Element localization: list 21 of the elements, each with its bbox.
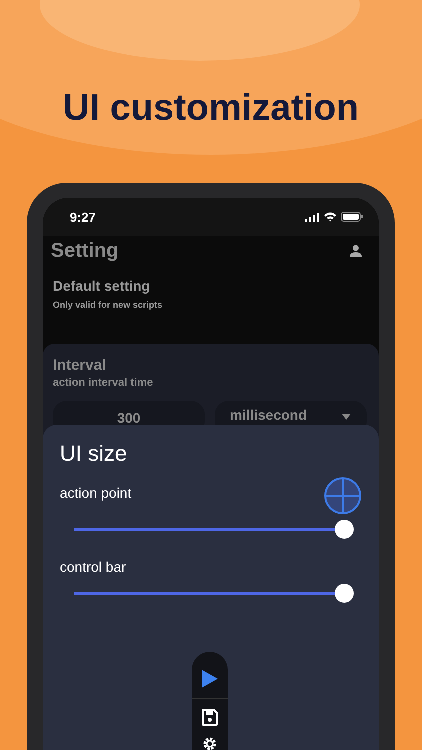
headline: UI customization — [62, 86, 360, 130]
interval-title: Interval — [53, 357, 108, 374]
page-title: Setting — [51, 240, 119, 262]
interval-subtitle: action interval time — [53, 377, 154, 389]
person-icon[interactable] — [350, 245, 362, 257]
sheet-title: UI size — [60, 440, 128, 468]
save-icon[interactable] — [202, 709, 218, 726]
section-subtitle: Only valid for new scripts — [53, 300, 164, 310]
play-icon[interactable] — [202, 670, 218, 688]
slider-thumb[interactable] — [335, 520, 354, 538]
crosshair-icon — [324, 477, 362, 515]
section-title: Default setting — [53, 278, 152, 294]
status-time: 9:27 — [70, 210, 96, 224]
gear-icon[interactable] — [202, 736, 218, 750]
slider-label: action point — [60, 485, 132, 501]
slider-thumb[interactable] — [335, 584, 354, 602]
battery-icon — [341, 212, 363, 222]
wifi-icon — [324, 212, 337, 222]
caret-icon — [342, 414, 351, 420]
slider-label: control bar — [60, 559, 126, 575]
signal-icon — [305, 212, 320, 222]
